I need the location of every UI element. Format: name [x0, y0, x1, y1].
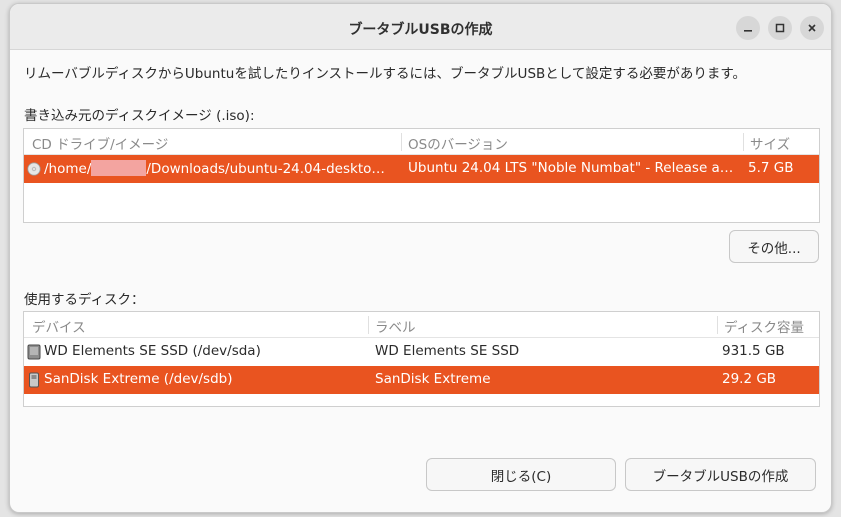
- iso-path: /home/ /Downloads/ubuntu-24.04-deskto…: [44, 160, 399, 177]
- iso-path-suffix: /Downloads/ubuntu-24.04-deskto…: [146, 161, 385, 177]
- disk-label: WD Elements SE SSD: [375, 343, 520, 359]
- disk-device: WD Elements SE SSD (/dev/sda): [44, 343, 261, 359]
- column-header-capacity[interactable]: ディスク容量: [724, 316, 804, 336]
- column-header-os-version[interactable]: OSのバージョン: [408, 133, 508, 153]
- other-iso-button[interactable]: その他...: [729, 230, 819, 263]
- minimize-icon: [744, 30, 752, 32]
- window-title: ブータブルUSBの作成: [348, 22, 493, 38]
- disk-capacity: 29.2 GB: [722, 371, 777, 387]
- iso-size: 5.7 GB: [748, 160, 794, 176]
- disk-section-label: 使用するディスク：: [24, 292, 145, 308]
- disk-list-header: デバイス ラベル ディスク容量: [24, 312, 819, 338]
- iso-section-label: 書き込み元のディスクイメージ (.iso):: [24, 108, 255, 124]
- maximize-icon: [775, 23, 785, 33]
- intro-text: リムーバブルディスクからUbuntuを試したりインストールするには、ブータブルU…: [24, 66, 747, 82]
- startup-disk-creator-window: ブータブルUSBの作成 リムーバブルディスクからUbuntuを試したりインストー…: [9, 3, 832, 513]
- make-startup-disk-button[interactable]: ブータブルUSBの作成: [625, 458, 816, 491]
- iso-os-version: Ubuntu 24.04 LTS "Noble Numbat" - Releas…: [408, 160, 734, 176]
- column-header-device[interactable]: デバイス: [32, 316, 86, 336]
- close-button[interactable]: 閉じる(C): [426, 458, 616, 491]
- close-window-button[interactable]: [800, 16, 824, 40]
- disk-label: SanDisk Extreme: [375, 371, 491, 387]
- disk-row[interactable]: SanDisk Extreme (/dev/sdb) SanDisk Extre…: [24, 366, 819, 394]
- minimize-button[interactable]: [736, 16, 760, 40]
- column-header-size[interactable]: サイズ: [750, 133, 790, 153]
- column-header-label[interactable]: ラベル: [375, 316, 416, 336]
- disk-list[interactable]: デバイス ラベル ディスク容量 WD Elements SE SSD (/dev…: [23, 311, 820, 407]
- usb-drive-icon: [27, 372, 41, 392]
- disc-icon: [27, 162, 41, 180]
- column-header-image[interactable]: CD ドライブ/イメージ: [32, 133, 168, 153]
- titlebar[interactable]: ブータブルUSBの作成: [10, 4, 831, 50]
- redacted-username: [91, 160, 147, 176]
- disk-row[interactable]: WD Elements SE SSD (/dev/sda) WD Element…: [24, 338, 819, 366]
- iso-list-header: CD ドライブ/イメージ OSのバージョン サイズ: [24, 129, 819, 155]
- disk-device: SanDisk Extreme (/dev/sdb): [44, 371, 233, 387]
- column-separator: [717, 316, 718, 334]
- disk-capacity: 931.5 GB: [722, 343, 785, 359]
- iso-list[interactable]: CD ドライブ/イメージ OSのバージョン サイズ /home/ /Downloa…: [23, 128, 820, 223]
- drive-icon: [27, 344, 41, 364]
- maximize-button[interactable]: [768, 16, 792, 40]
- column-separator: [368, 316, 369, 334]
- iso-path-prefix: /home/: [44, 161, 92, 177]
- column-separator: [743, 133, 744, 151]
- column-separator: [401, 133, 402, 151]
- close-icon: [808, 24, 816, 32]
- iso-row[interactable]: /home/ /Downloads/ubuntu-24.04-deskto… Ub…: [24, 155, 819, 183]
